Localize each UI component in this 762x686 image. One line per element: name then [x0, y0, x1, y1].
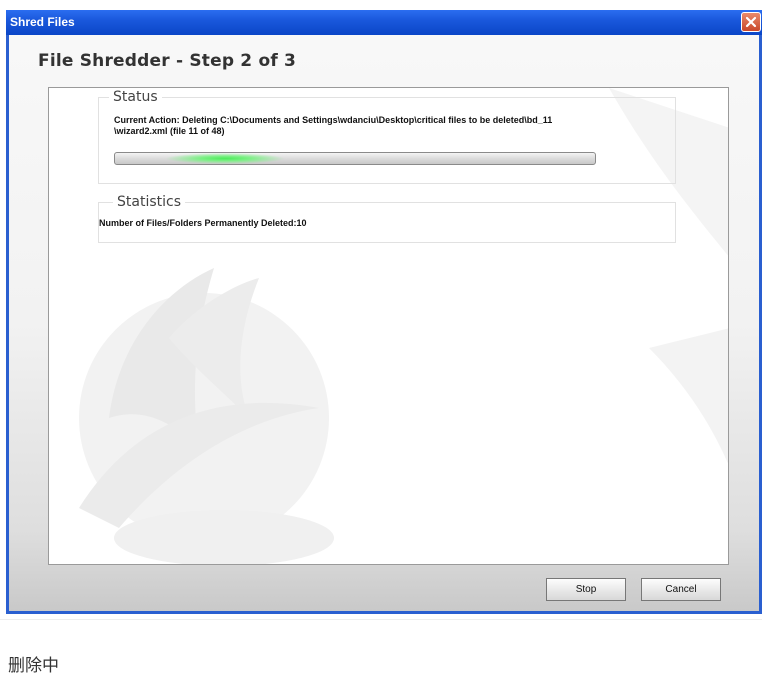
- status-group-title: Status: [109, 89, 162, 105]
- stop-button[interactable]: Stop: [546, 578, 626, 601]
- statistics-group: Statistics Number of Files/Folders Perma…: [98, 194, 676, 243]
- caption-text: 删除中: [8, 656, 59, 676]
- shred-files-window: Shred Files File Shredder - Step 2 of 3 …: [6, 10, 762, 614]
- cancel-button[interactable]: Cancel: [641, 578, 721, 601]
- current-action-line-2: \wizard2.xml (file 11 of 48): [114, 126, 225, 136]
- deleted-count-text: Number of Files/Folders Permanently Dele…: [99, 218, 307, 228]
- content-panel: Status Current Action: Deleting C:\Docum…: [48, 87, 729, 565]
- current-action-line-1: Current Action: Deleting C:\Documents an…: [114, 115, 553, 125]
- progress-fill: [164, 153, 285, 164]
- title-bar[interactable]: Shred Files: [6, 10, 762, 35]
- close-button[interactable]: [741, 12, 761, 32]
- wizard-heading: File Shredder - Step 2 of 3: [38, 51, 297, 71]
- caption-divider: [0, 619, 762, 620]
- dialog-body: File Shredder - Step 2 of 3 Status Curre…: [9, 35, 759, 611]
- close-icon: [745, 16, 757, 28]
- window-title: Shred Files: [10, 15, 75, 29]
- status-group: Status Current Action: Deleting C:\Docum…: [98, 89, 676, 184]
- statistics-group-title: Statistics: [113, 194, 185, 210]
- shred-progress-bar: [114, 152, 596, 165]
